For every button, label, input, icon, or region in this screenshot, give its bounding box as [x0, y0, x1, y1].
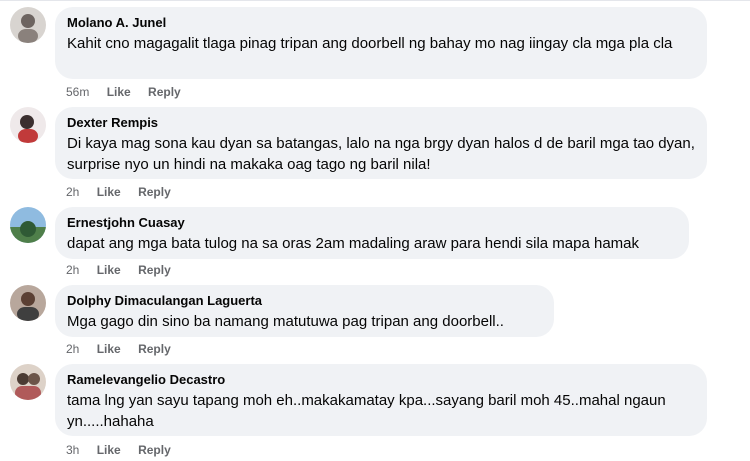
comment-text: Mga gago din sino ba namang matutuwa pag… [67, 313, 504, 330]
reply-button[interactable]: Reply [138, 185, 171, 199]
comment-author[interactable]: Dexter Rempis [67, 114, 695, 131]
comment-actions: 2h Like Reply [66, 341, 185, 357]
avatar[interactable] [10, 7, 46, 43]
comment-bubble: Dolphy Dimaculangan Laguerta Mga gago di… [55, 285, 554, 337]
comment-actions: 56m Like Reply [66, 84, 195, 100]
comment-time[interactable]: 56m [66, 85, 89, 99]
comment-bubble: Dexter Rempis Di kaya mag sona kau dyan … [55, 107, 707, 179]
reply-button[interactable]: Reply [138, 342, 171, 356]
avatar[interactable] [10, 285, 46, 321]
comment-text: tama lng yan sayu tapang moh eh..makakam… [67, 392, 666, 430]
avatar[interactable] [10, 207, 46, 243]
like-button[interactable]: Like [97, 342, 121, 356]
comment-bubble: Ramelevangelio Decastro tama lng yan say… [55, 364, 707, 436]
reply-button[interactable]: Reply [138, 263, 171, 277]
comment-author[interactable]: Ramelevangelio Decastro [67, 371, 695, 388]
top-divider [0, 0, 750, 1]
comment-bubble: Ernestjohn Cuasay dapat ang mga bata tul… [55, 207, 689, 259]
reply-button[interactable]: Reply [148, 85, 181, 99]
comment-time[interactable]: 2h [66, 342, 79, 356]
comment-author[interactable]: Molano A. Junel [67, 14, 695, 31]
like-button[interactable]: Like [107, 85, 131, 99]
comment-bubble: Molano A. Junel Kahit cno magagalit tlag… [55, 7, 707, 79]
comment-time[interactable]: 3h [66, 443, 79, 457]
comment-actions: 2h Like Reply [66, 184, 185, 200]
comment-actions: 2h Like Reply [66, 262, 185, 278]
comment-author[interactable]: Ernestjohn Cuasay [67, 214, 677, 231]
avatar[interactable] [10, 107, 46, 143]
reply-button[interactable]: Reply [138, 443, 171, 457]
comment-text: dapat ang mga bata tulog na sa oras 2am … [67, 235, 640, 252]
comment-author[interactable]: Dolphy Dimaculangan Laguerta [67, 292, 542, 309]
like-button[interactable]: Like [97, 185, 121, 199]
like-button[interactable]: Like [97, 443, 121, 457]
comment-text: Kahit cno magagalit tlaga pinag tripan a… [67, 35, 673, 52]
avatar[interactable] [10, 364, 46, 400]
like-button[interactable]: Like [97, 263, 121, 277]
comment-time[interactable]: 2h [66, 185, 79, 199]
comment-time[interactable]: 2h [66, 263, 79, 277]
comment-actions: 3h Like Reply [66, 442, 185, 458]
comment-text: Di kaya mag sona kau dyan sa batangas, l… [67, 135, 695, 173]
